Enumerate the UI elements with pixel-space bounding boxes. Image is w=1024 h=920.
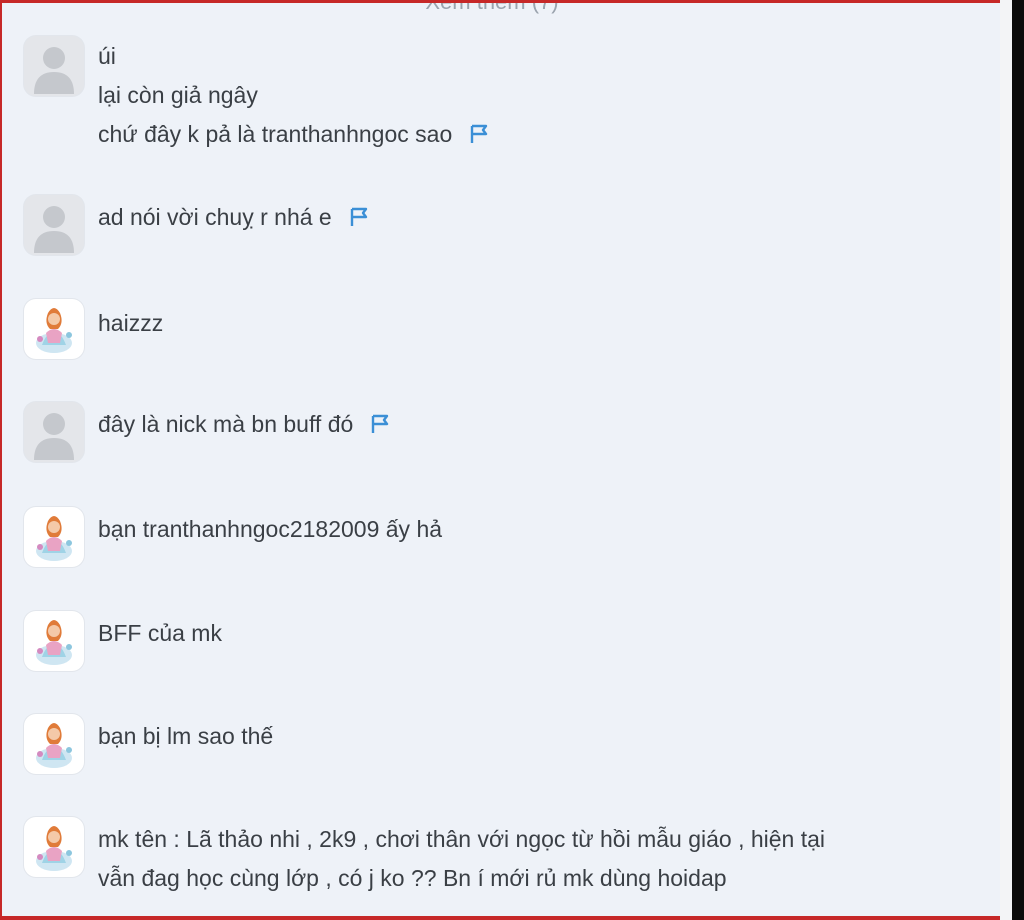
- comment-line: mk tên : Lã thảo nhi , 2k9 , chơi thân v…: [98, 826, 826, 852]
- girl-illustration-avatar[interactable]: [24, 611, 84, 671]
- comment-thread: Xem thêm (7) úi lại còn giả ngây chứ đây…: [2, 3, 1000, 916]
- comment-line: đây là nick mà bn buff đó: [98, 411, 354, 437]
- comment-text: ad nói vời chuỵ r nhá e: [98, 198, 370, 237]
- comment-line: BFF của mk: [98, 620, 222, 646]
- comment-line: vẫn đag học cùng lớp , có j ko ?? Bn í m…: [98, 865, 727, 891]
- comment-text: mk tên : Lã thảo nhi , 2k9 , chơi thân v…: [98, 820, 825, 898]
- comment-line: chứ đây k pả là tranthanhngoc sao: [98, 121, 453, 147]
- comment-line: bạn bị lm sao thế: [98, 723, 274, 749]
- girl-illustration-avatar[interactable]: [24, 714, 84, 774]
- comment-line: lại còn giả ngây: [98, 82, 258, 108]
- comment-text: bạn tranthanhngoc2182009 ấy hả: [98, 510, 442, 549]
- comment-line: ad nói vời chuỵ r nhá e: [98, 204, 332, 230]
- comment-line: haizzz: [98, 310, 164, 336]
- report-flag-icon[interactable]: [348, 201, 370, 226]
- comment-text: úi lại còn giả ngây chứ đây k pả là tran…: [98, 37, 490, 154]
- girl-illustration-avatar[interactable]: [24, 817, 84, 877]
- default-avatar-icon[interactable]: [24, 36, 84, 96]
- see-more-link[interactable]: Xem thêm (7): [2, 3, 982, 15]
- panel-right-edge: [1000, 0, 1012, 920]
- girl-illustration-avatar[interactable]: [24, 507, 84, 567]
- girl-illustration-avatar[interactable]: [24, 299, 84, 359]
- red-border-bottom: [0, 916, 1002, 920]
- default-avatar-icon[interactable]: [24, 402, 84, 462]
- window-dark-edge: [1012, 0, 1024, 920]
- report-flag-icon[interactable]: [369, 408, 391, 433]
- comment-line: bạn tranthanhngoc2182009 ấy hả: [98, 516, 443, 542]
- default-avatar-icon[interactable]: [24, 195, 84, 255]
- comment-text: BFF của mk: [98, 614, 222, 653]
- report-flag-icon[interactable]: [468, 118, 490, 143]
- comment-text: đây là nick mà bn buff đó: [98, 405, 391, 444]
- comment-text: haizzz: [98, 304, 163, 343]
- comment-line: úi: [98, 43, 116, 69]
- comment-text: bạn bị lm sao thế: [98, 717, 273, 756]
